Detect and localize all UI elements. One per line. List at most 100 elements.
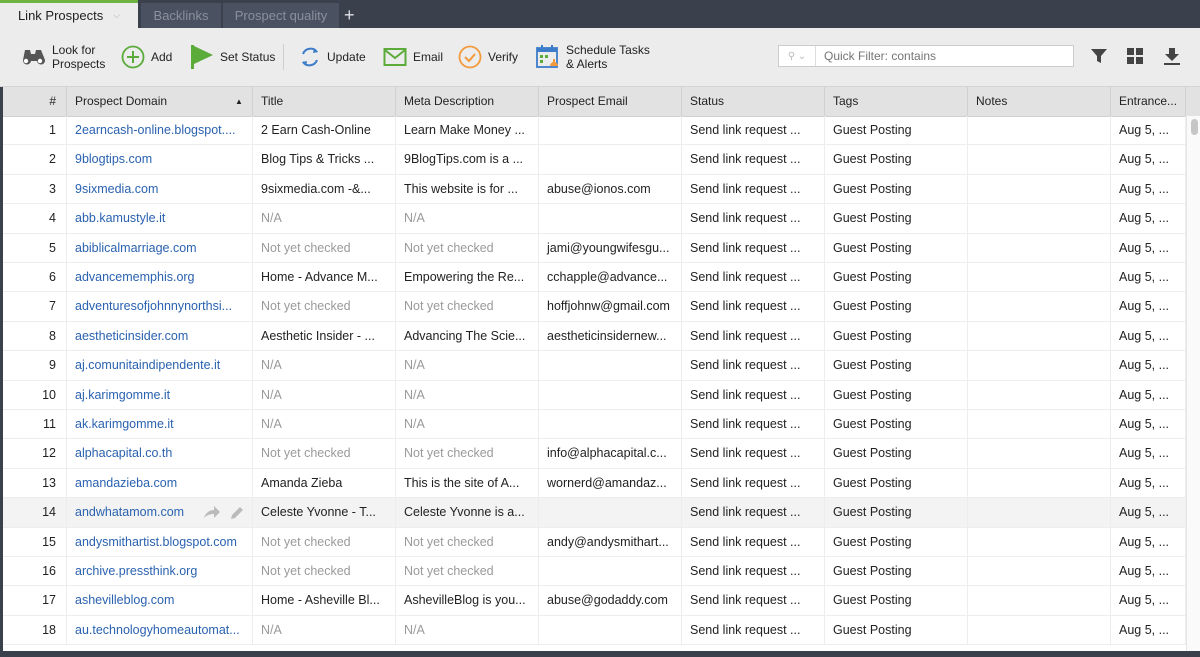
cell-prospect-domain[interactable]: archive.pressthink.org	[67, 557, 253, 586]
set-status-label: Set Status	[220, 50, 276, 64]
schedule-tasks-button[interactable]: Schedule Tasks & Alerts	[536, 28, 650, 86]
table-row[interactable]: 5 abiblicalmarriage.com Not yet checked Not…	[3, 233, 1186, 263]
add-tab-icon[interactable]: +	[344, 5, 355, 26]
cell-prospect-domain[interactable]: aj.karimgomme.it	[67, 380, 253, 410]
cell-number: 2	[3, 145, 67, 175]
cell-prospect-domain[interactable]: ashevilleblog.com	[67, 586, 253, 616]
table-row[interactable]: 3 9sixmedia.com 9sixmedia.com -&... This we…	[3, 174, 1186, 205]
column-header-tags[interactable]: Tags	[825, 87, 968, 116]
table-row[interactable]: 11 ak.karimgomme.it N/A N/A Send link reques…	[3, 410, 1186, 440]
table-row[interactable]: 15 andysmithartist.blogspot.com Not yet ch…	[3, 527, 1186, 557]
table-row[interactable]: 7 adventuresofjohnnynorthsi... Not yet che…	[3, 292, 1186, 322]
cell-title: Home - Asheville Bl...	[253, 586, 396, 616]
quick-filter: ⚲ ⌄	[778, 45, 1074, 67]
cell-tags: Guest Posting	[825, 351, 968, 381]
update-label: Update	[327, 50, 366, 64]
cell-prospect-domain[interactable]: abb.kamustyle.it	[67, 204, 253, 234]
cell-prospect-domain[interactable]: au.technologyhomeautomat...	[67, 615, 253, 645]
cell-number: 7	[3, 292, 67, 322]
column-header-notes[interactable]: Notes	[968, 87, 1111, 116]
tab-backlinks[interactable]: Backlinks	[141, 3, 221, 28]
column-header-status[interactable]: Status	[682, 87, 825, 116]
cell-prospect-domain[interactable]: ak.karimgomme.it	[67, 410, 253, 439]
table-row[interactable]: 9 aj.comunitaindipendente.it N/A N/A Send li…	[3, 351, 1186, 381]
cell-prospect-domain[interactable]: adventuresofjohnnynorthsi...	[67, 292, 253, 322]
flag-icon	[191, 45, 213, 69]
table-row[interactable]: 16 archive.pressthink.org Not yet checked N…	[3, 557, 1186, 587]
cell-title: N/A	[253, 615, 396, 645]
cell-entrance: Aug 5, ...	[1111, 116, 1186, 145]
cell-tags: Guest Posting	[825, 439, 968, 469]
table-row[interactable]: 14 andwhatamom.com Celeste Yvonne - T... Ce…	[3, 498, 1186, 528]
filter-icon[interactable]	[1089, 46, 1109, 66]
chevron-down-icon[interactable]: ⌵	[113, 10, 120, 21]
cell-notes	[968, 439, 1111, 469]
cell-meta-description: N/A	[396, 351, 539, 381]
table-row[interactable]: 17 ashevilleblog.com Home - Asheville Bl..…	[3, 586, 1186, 616]
email-button[interactable]: Email	[383, 28, 443, 86]
cell-tags: Guest Posting	[825, 116, 968, 145]
table-row[interactable]: 12 alphacapital.co.th Not yet checked Not y…	[3, 439, 1186, 469]
cell-number: 18	[3, 615, 67, 645]
cell-notes	[968, 116, 1111, 145]
cell-notes	[968, 468, 1111, 498]
cell-meta-description: Not yet checked	[396, 233, 539, 263]
scrollbar-thumb[interactable]	[1191, 119, 1198, 135]
cell-meta-description: N/A	[396, 615, 539, 645]
cell-prospect-domain[interactable]: alphacapital.co.th	[67, 439, 253, 469]
cell-tags: Guest Posting	[825, 263, 968, 292]
cell-prospect-domain[interactable]: aestheticinsider.com	[67, 321, 253, 351]
table-row[interactable]: 6 advancememphis.org Home - Advance M... Em…	[3, 263, 1186, 293]
cell-entrance: Aug 5, ...	[1111, 586, 1186, 616]
cell-status: Send link request ...	[682, 351, 825, 381]
column-header-prospect-domain[interactable]: Prospect Domain ▲	[67, 87, 253, 116]
column-header-meta-description[interactable]: Meta Description	[396, 87, 539, 116]
set-status-button[interactable]: Set Status	[190, 28, 275, 86]
cell-prospect-email: info@alphacapital.c...	[539, 439, 682, 469]
column-header-title[interactable]: Title	[253, 87, 396, 116]
table-row[interactable]: 4 abb.kamustyle.it N/A N/A Send link request…	[3, 204, 1186, 234]
column-header-entrance[interactable]: Entrance...	[1111, 87, 1186, 116]
grid-view-icon[interactable]	[1125, 46, 1145, 66]
cell-number: 9	[3, 351, 67, 381]
column-header-number[interactable]: #	[3, 87, 67, 116]
forward-arrow-icon[interactable]	[203, 505, 221, 519]
cell-status: Send link request ...	[682, 498, 825, 528]
cell-prospect-domain[interactable]: abiblicalmarriage.com	[67, 233, 253, 263]
cell-meta-description: Empowering the Re...	[396, 263, 539, 292]
table-row[interactable]: 8 aestheticinsider.com Aesthetic Insider -…	[3, 321, 1186, 352]
cell-prospect-email: abuse@ionos.com	[539, 174, 682, 204]
table-row[interactable]: 1 2earncash-online.blogspot.... 2 Earn Cas…	[3, 116, 1186, 146]
tab-label: Prospect quality	[234, 8, 328, 23]
cell-prospect-domain[interactable]: amandazieba.com	[67, 468, 253, 498]
table-row[interactable]: 13 amandazieba.com Amanda Zieba This is the…	[3, 468, 1186, 499]
column-header-prospect-email[interactable]: Prospect Email	[539, 87, 682, 116]
cell-prospect-domain[interactable]: andysmithartist.blogspot.com	[67, 527, 253, 557]
cell-meta-description: Not yet checked	[396, 527, 539, 557]
add-button[interactable]: Add	[121, 28, 172, 86]
pencil-icon[interactable]	[229, 505, 245, 521]
tab-label: Backlinks	[153, 8, 209, 23]
verify-button[interactable]: Verify	[458, 28, 518, 86]
search-options-icon[interactable]: ⚲ ⌄	[779, 46, 816, 66]
table-row[interactable]: 18 au.technologyhomeautomat... N/A N/A Send …	[3, 615, 1186, 646]
cell-number: 10	[3, 380, 67, 410]
table-row[interactable]: 10 aj.karimgomme.it N/A N/A Send link reques…	[3, 380, 1186, 410]
cell-prospect-domain[interactable]: aj.comunitaindipendente.it	[67, 351, 253, 381]
cell-prospect-domain[interactable]: 2earncash-online.blogspot....	[67, 116, 253, 145]
tab-link-prospects[interactable]: Link Prospects ⌵	[0, 0, 138, 28]
update-button[interactable]: Update	[299, 28, 366, 86]
vertical-scrollbar[interactable]	[1186, 116, 1200, 651]
cell-prospect-domain[interactable]: 9blogtips.com	[67, 145, 253, 175]
cell-entrance: Aug 5, ...	[1111, 468, 1186, 498]
tab-prospect-quality[interactable]: Prospect quality	[223, 3, 339, 28]
cell-notes	[968, 145, 1111, 175]
cell-prospect-domain[interactable]: 9sixmedia.com	[67, 174, 253, 204]
table-row[interactable]: 2 9blogtips.com Blog Tips & Tricks ... 9Blo…	[3, 145, 1186, 175]
cell-number: 13	[3, 468, 67, 498]
download-icon[interactable]	[1162, 46, 1182, 66]
look-for-prospects-button[interactable]: Look for Prospects	[20, 28, 105, 86]
calendar-bell-icon	[536, 45, 558, 68]
quick-filter-input[interactable]	[822, 48, 1066, 64]
cell-prospect-domain[interactable]: advancememphis.org	[67, 263, 253, 292]
